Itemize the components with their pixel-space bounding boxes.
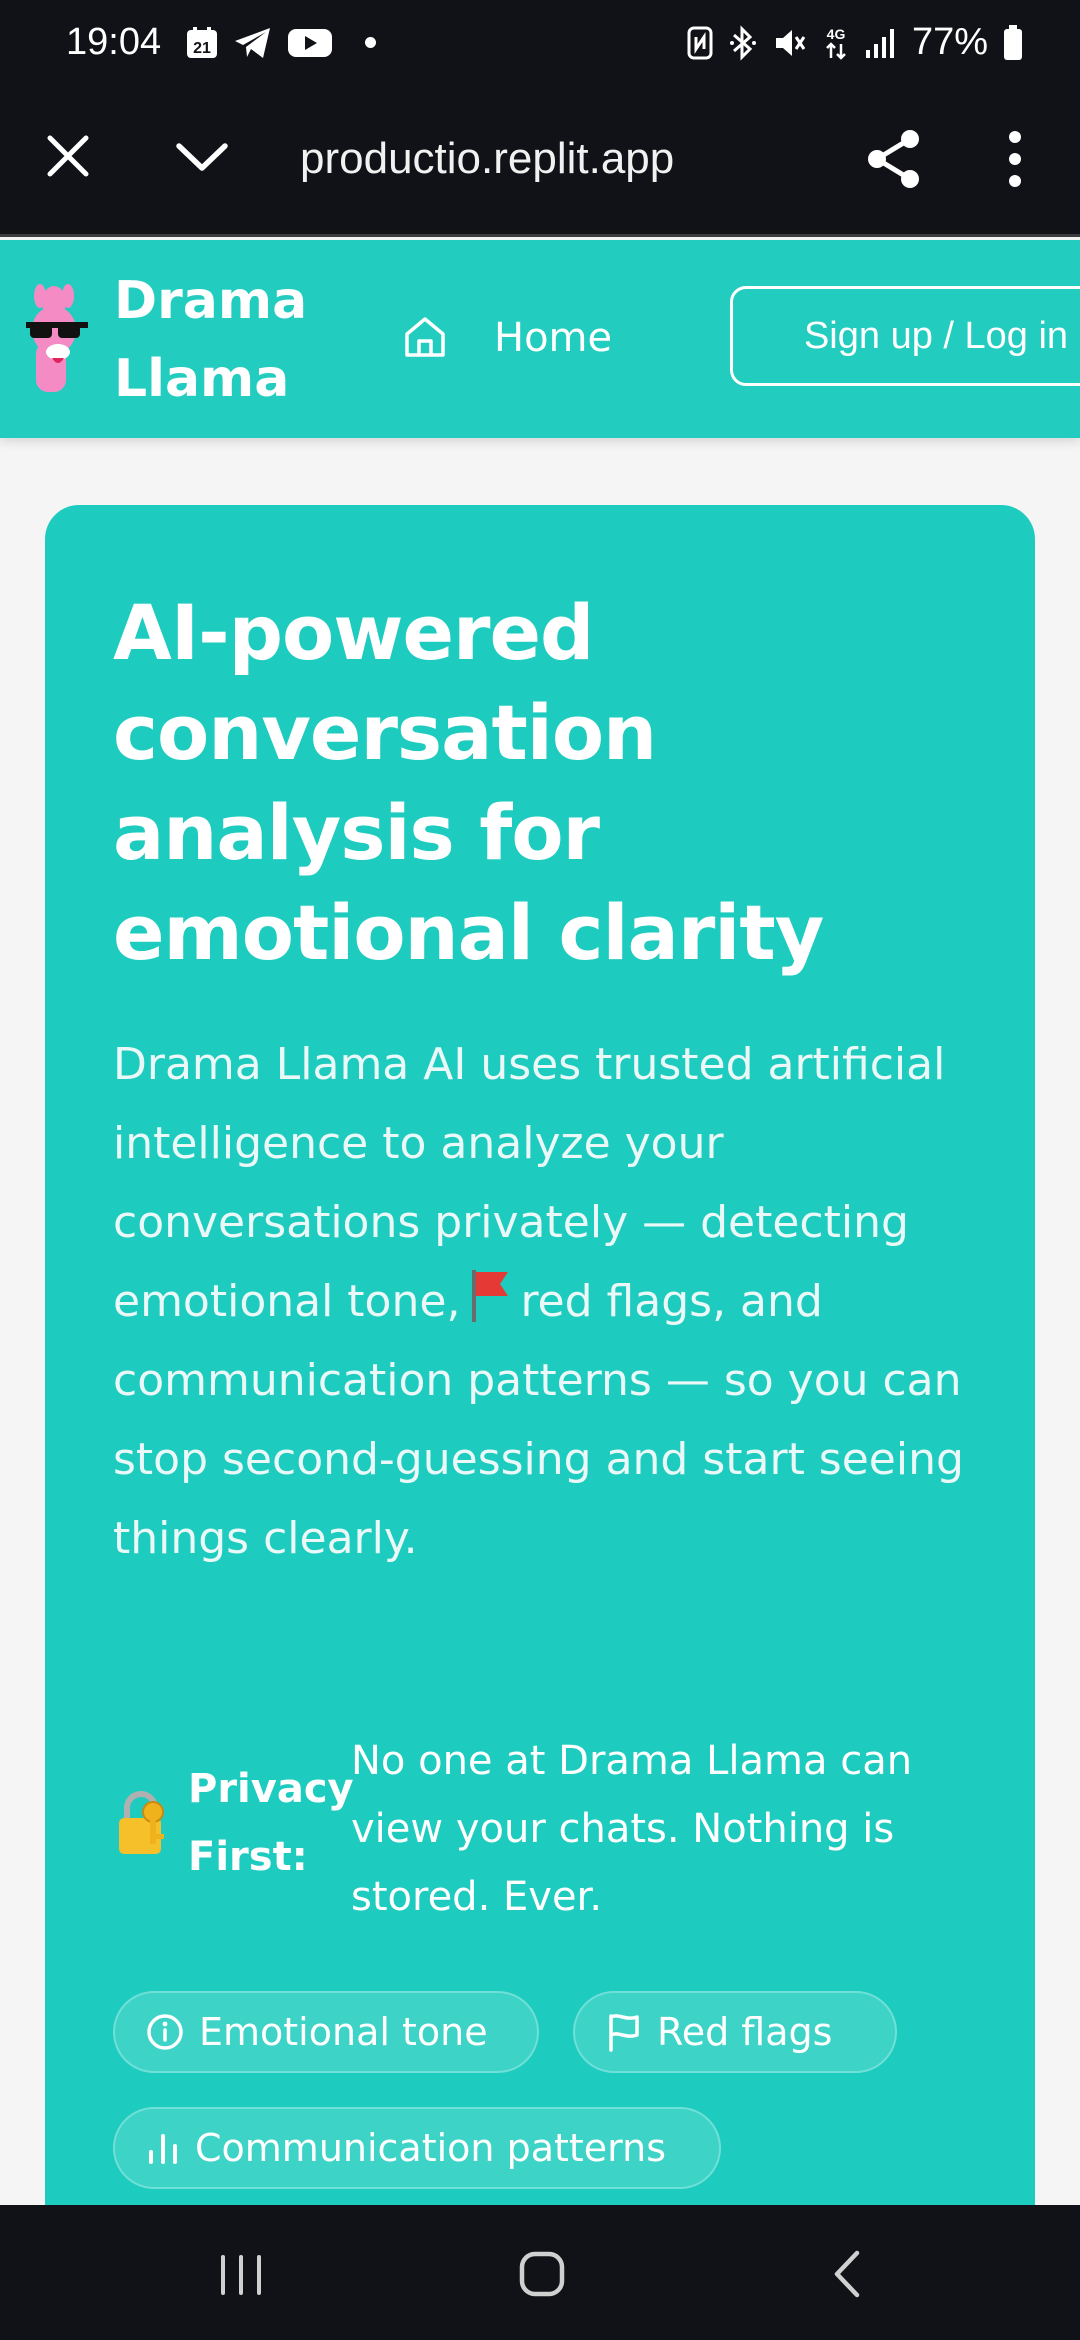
network-type: 4G <box>827 26 846 42</box>
lock-key-icon <box>119 1791 164 1854</box>
browser-toolbar: productio.replit.app <box>0 85 1080 237</box>
signal-icon <box>864 26 898 60</box>
info-circle-icon <box>147 2014 183 2050</box>
calendar-icon: 21 <box>185 26 219 60</box>
nav-home-link[interactable]: Home <box>494 310 612 366</box>
red-flag-icon <box>472 1270 509 1322</box>
youtube-icon <box>287 26 333 60</box>
status-bar: 19:04 21 4G 77% <box>0 0 1080 85</box>
hero-title: AI-powered conversation analysis for emo… <box>113 588 824 977</box>
llama-logo-icon[interactable] <box>20 282 92 398</box>
chip-label: Red flags <box>657 2010 833 2054</box>
hero-card: AI-powered conversation analysis for emo… <box>45 505 1035 2265</box>
bar-chart-icon <box>149 2134 177 2164</box>
brand-line-2: Llama <box>114 349 290 409</box>
calendar-day: 21 <box>193 40 211 57</box>
nfc-icon <box>686 25 714 61</box>
more-vert-icon[interactable] <box>1002 130 1028 188</box>
bluetooth-icon <box>728 24 758 61</box>
battery-percent: 77% <box>911 21 988 63</box>
back-icon[interactable] <box>832 2249 862 2299</box>
site-header: Drama Llama Home Sign up / Log in <box>0 240 1080 438</box>
close-icon[interactable] <box>42 130 94 182</box>
home-icon[interactable] <box>402 314 448 360</box>
chip-emotional-tone[interactable]: Emotional tone <box>113 1991 539 2073</box>
status-bar-left: 19:04 21 <box>66 21 377 64</box>
chip-label: Communication patterns <box>195 2126 667 2170</box>
recent-apps-icon[interactable] <box>218 2253 264 2297</box>
chip-communication-patterns[interactable]: Communication patterns <box>113 2107 721 2189</box>
signup-login-button[interactable]: Sign up / Log in <box>730 286 1080 386</box>
chevron-down-icon[interactable] <box>175 130 229 184</box>
privacy-statement: No one at Drama Llama can view your chat… <box>351 1738 913 1920</box>
brand-name[interactable]: Drama Llama <box>114 262 307 418</box>
brand-line-1: Drama <box>114 271 308 331</box>
privacy-first-label: Privacy First: <box>188 1766 354 1880</box>
android-nav-bar <box>0 2205 1080 2340</box>
status-time: 19:04 <box>66 21 162 63</box>
mute-icon <box>772 25 808 61</box>
notification-dot <box>365 37 377 48</box>
hero-description: Drama Llama AI uses trusted artificial i… <box>113 1025 1013 1578</box>
share-icon[interactable] <box>866 128 922 190</box>
battery-icon <box>1002 24 1024 62</box>
flag-icon <box>609 2014 639 2052</box>
telegram-icon <box>233 26 273 60</box>
chip-red-flags[interactable]: Red flags <box>573 1991 897 2073</box>
status-bar-right: 4G 77% <box>686 21 1024 64</box>
chip-label: Emotional tone <box>199 2010 488 2054</box>
home-button-icon[interactable] <box>518 2249 566 2299</box>
address-bar-url[interactable]: productio.replit.app <box>300 127 780 191</box>
network-4g-icon: 4G <box>822 24 850 62</box>
screen: 19:04 21 4G 77% productio.replit.app Dra… <box>0 0 1080 2340</box>
